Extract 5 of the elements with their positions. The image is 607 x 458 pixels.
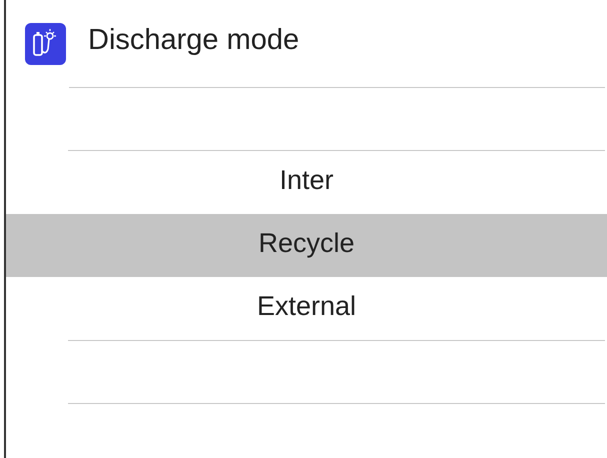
battery-lamp-icon [25,23,66,65]
option-item[interactable]: External [6,277,607,340]
screen-title: Discharge mode [88,24,300,56]
option-item[interactable]: Inter [6,151,607,214]
option-item[interactable]: Recycle [6,214,607,277]
